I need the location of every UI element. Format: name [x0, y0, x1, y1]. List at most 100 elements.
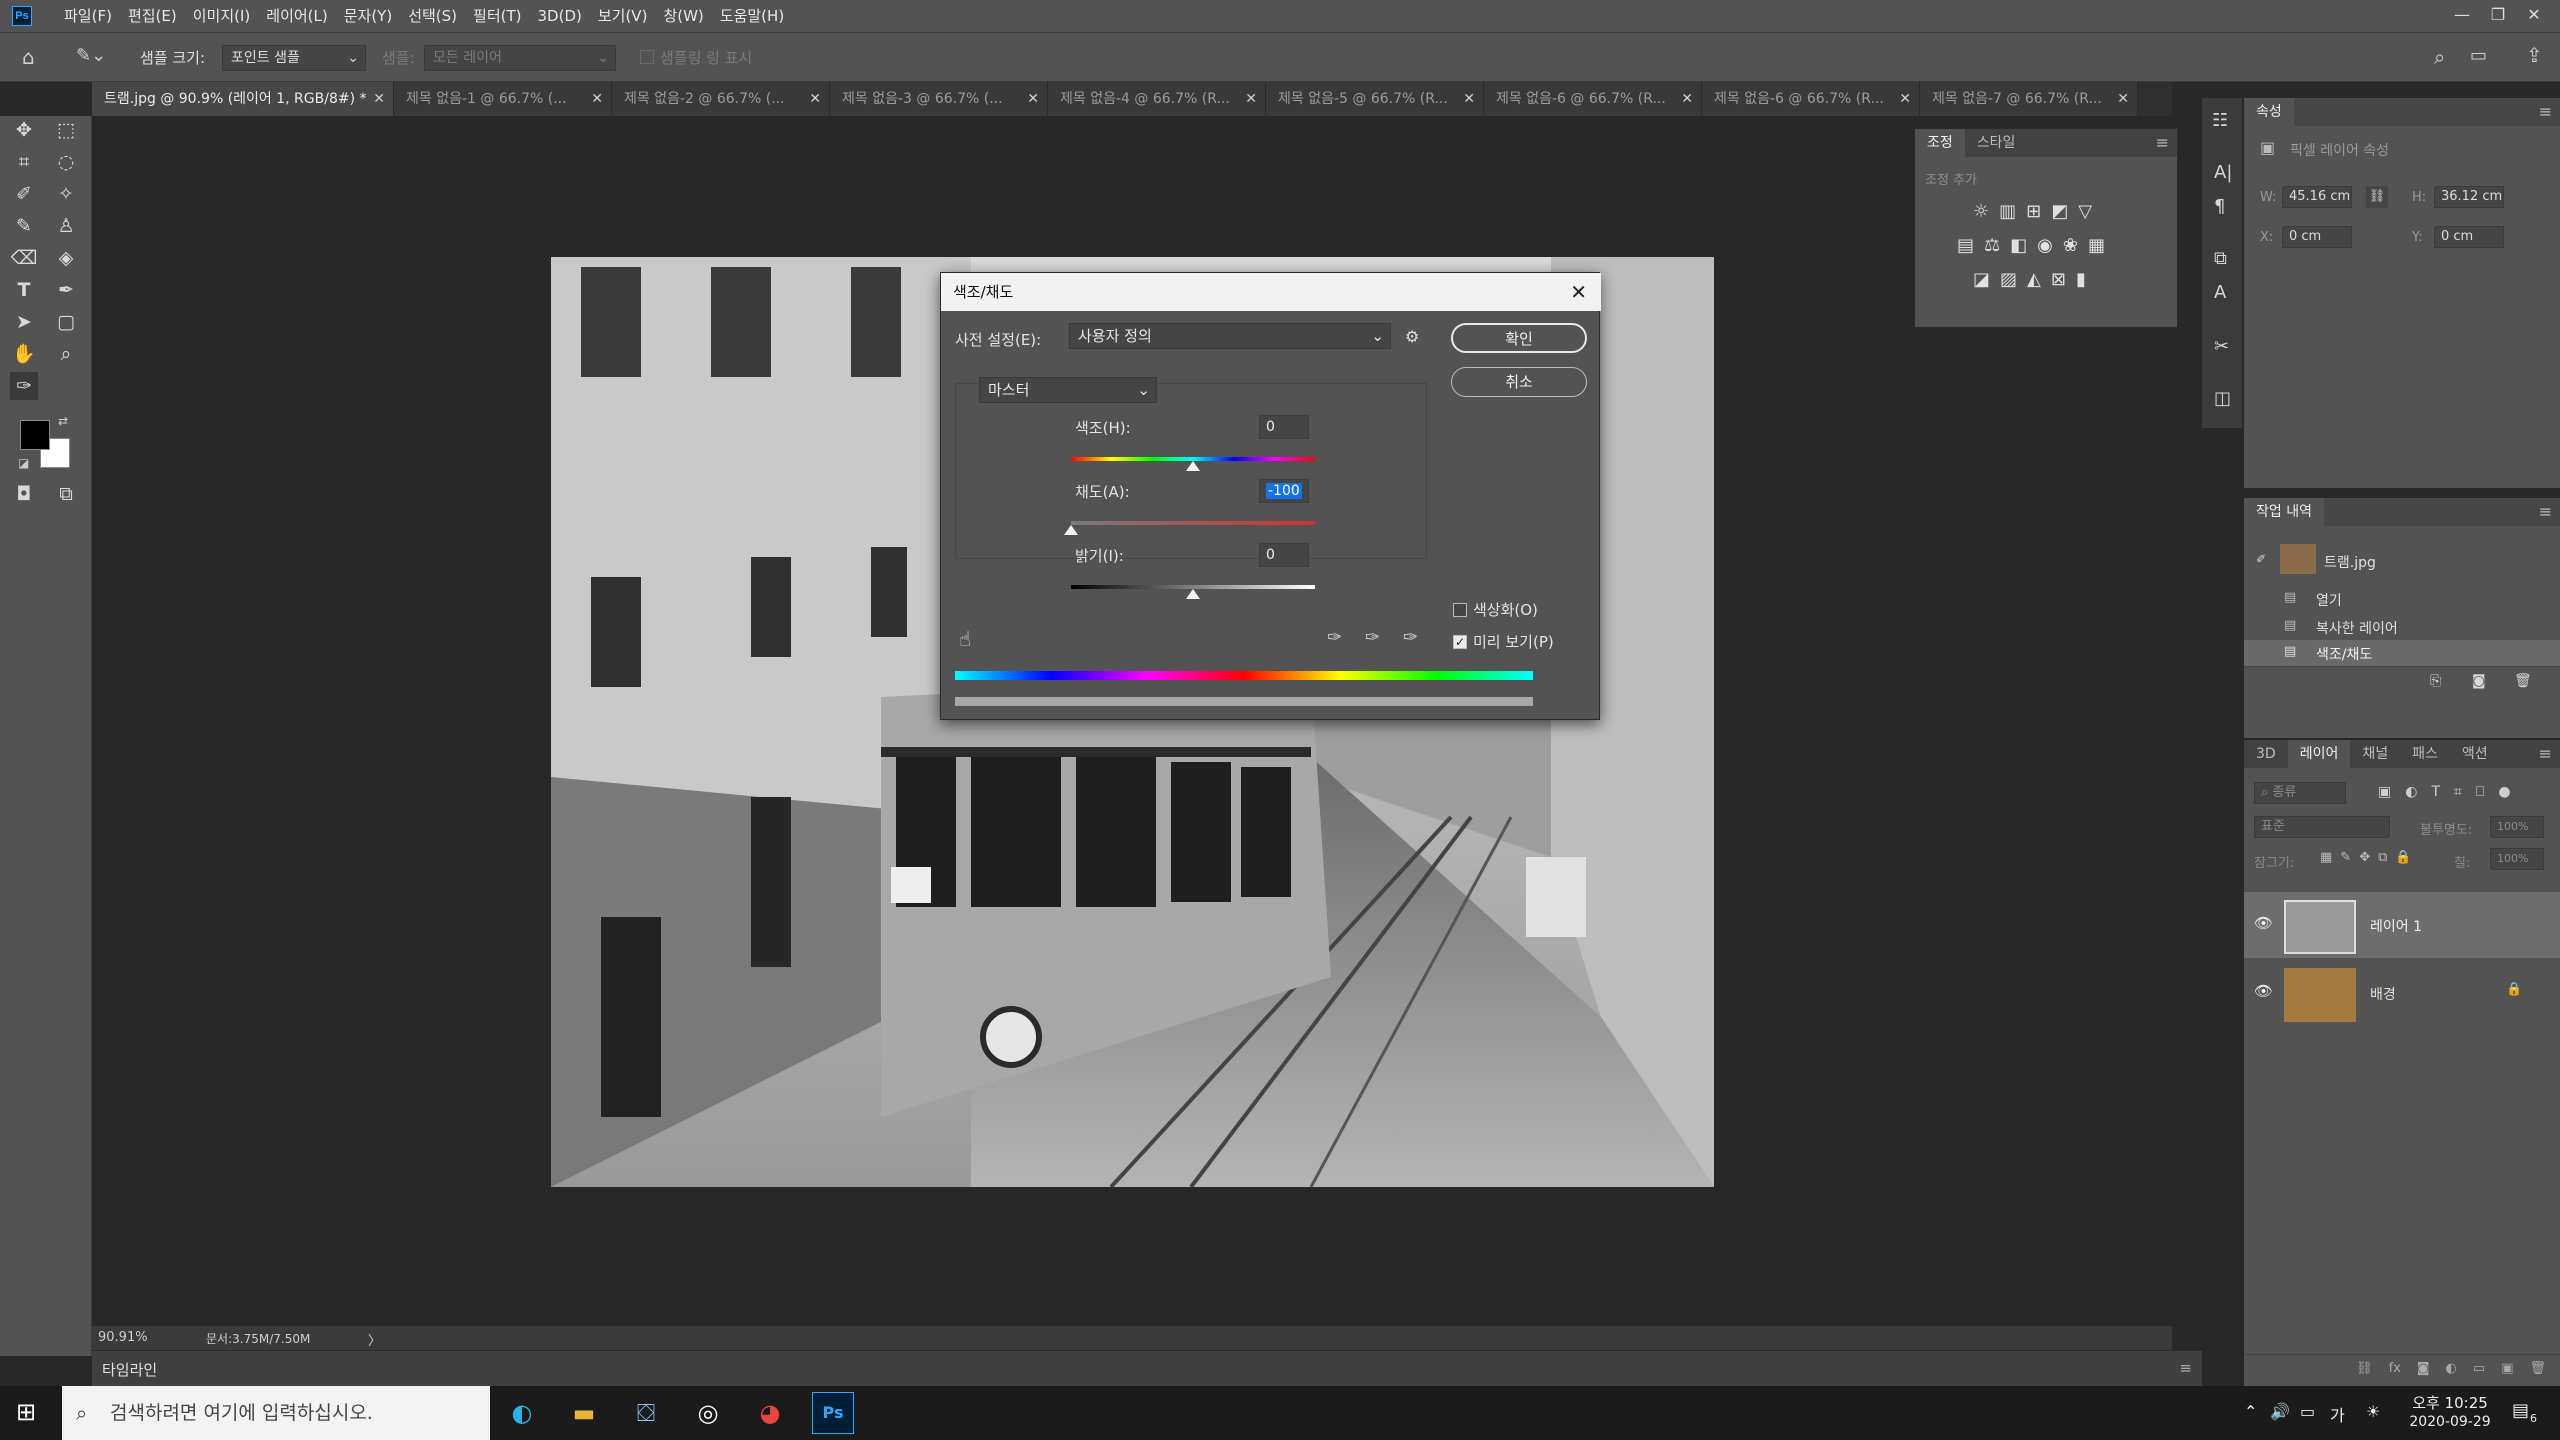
- hue-field[interactable]: 0: [1259, 415, 1309, 439]
- menu-layer[interactable]: 레이어(L): [258, 0, 335, 32]
- selective-color-icon[interactable]: ⊠: [2051, 269, 2066, 290]
- type-tool-icon[interactable]: T: [10, 276, 38, 304]
- tab-3d[interactable]: 3D: [2244, 740, 2288, 768]
- zoom-level[interactable]: 90.91%: [98, 1330, 148, 1345]
- add-mask-icon[interactable]: ◙: [2417, 1355, 2430, 1384]
- color-balance-icon[interactable]: ⚖: [1984, 235, 2000, 256]
- clock-date[interactable]: 2020-09-29: [2404, 1414, 2496, 1430]
- width-field[interactable]: 45.16 cm: [2282, 186, 2352, 208]
- posterize-icon[interactable]: ▨: [2000, 269, 2017, 290]
- threshold-icon[interactable]: ◭: [2027, 269, 2041, 290]
- camera-icon[interactable]: ◙: [2472, 673, 2486, 689]
- close-icon[interactable]: ✕: [1681, 82, 1693, 116]
- eyedropper-tool-icon[interactable]: ✑: [10, 372, 38, 400]
- timeline-tab[interactable]: 타임라인: [102, 1359, 157, 1380]
- minimize-button[interactable]: —: [2444, 0, 2480, 32]
- channel-mixer-icon[interactable]: ❀: [2063, 235, 2078, 256]
- file-explorer-icon[interactable]: ▬: [564, 1393, 604, 1433]
- height-field[interactable]: 36.12 cm: [2434, 186, 2504, 208]
- levels-icon[interactable]: ▥: [1999, 201, 2016, 222]
- move-tool-icon[interactable]: ✥: [10, 116, 38, 144]
- close-window-button[interactable]: ✕: [2516, 0, 2552, 32]
- tab-paths[interactable]: 패스: [2400, 740, 2450, 768]
- saturation-slider-track[interactable]: [1071, 521, 1315, 525]
- eyedropper-minus-icon[interactable]: ✑: [1403, 627, 1418, 648]
- layer-row-background[interactable]: 👁 배경 🔒: [2244, 960, 2560, 1026]
- filter-shape-icon[interactable]: ⌗: [2454, 784, 2462, 800]
- lock-position-icon[interactable]: ✥: [2359, 850, 2370, 865]
- stamp-tool-icon[interactable]: ♙: [52, 212, 80, 240]
- photo-filter-icon[interactable]: ◉: [2037, 235, 2053, 256]
- tab-styles[interactable]: 스타일: [1965, 129, 2028, 157]
- workspace-icon[interactable]: ▭: [2470, 45, 2487, 66]
- menu-file[interactable]: 파일(F): [56, 0, 120, 32]
- preview-checkbox[interactable]: ✓: [1453, 635, 1467, 649]
- menu-edit[interactable]: 편집(E): [120, 0, 185, 32]
- tab-document-tram[interactable]: 트램.jpg @ 90.9% (레이어 1, RGB/8#) * ✕: [92, 82, 394, 116]
- filter-kind-select[interactable]: ⌕ 종류: [2254, 782, 2346, 804]
- lock-all-icon[interactable]: 🔒: [2395, 850, 2411, 865]
- preset-select[interactable]: 사용자 정의 ⌄: [1069, 323, 1391, 349]
- quick-select-tool-icon[interactable]: ✐: [10, 180, 38, 208]
- edge-icon[interactable]: ◐: [502, 1393, 542, 1433]
- color-lookup-icon[interactable]: ▦: [2088, 235, 2105, 256]
- panel-menu-icon[interactable]: ≡: [2156, 129, 2177, 157]
- tools-icon[interactable]: ✂: [2214, 336, 2229, 357]
- cancel-button[interactable]: 취소: [1451, 367, 1587, 397]
- filter-smart-icon[interactable]: ⎕: [2476, 784, 2484, 800]
- tab-document-untitled-5[interactable]: 제목 없음-5 @ 66.7% (R... ✕: [1266, 82, 1484, 116]
- menu-type[interactable]: 문자(Y): [336, 0, 400, 32]
- colorize-checkbox[interactable]: [1453, 603, 1467, 617]
- link-layers-icon[interactable]: ⛓: [2356, 1355, 2373, 1384]
- black-white-icon[interactable]: ◧: [2010, 235, 2027, 256]
- shape-tool-icon[interactable]: ▢: [52, 308, 80, 336]
- exposure-icon[interactable]: ◩: [2051, 201, 2068, 222]
- menu-view[interactable]: 보기(V): [590, 0, 656, 32]
- search-icon[interactable]: ⌕: [2434, 45, 2445, 69]
- history-snapshot[interactable]: ✐ 트램.jpg: [2244, 542, 2560, 580]
- gear-icon[interactable]: ⚙: [1405, 327, 1419, 346]
- libraries-icon[interactable]: ◫: [2214, 388, 2231, 409]
- tab-history[interactable]: 작업 내역: [2244, 498, 2324, 526]
- default-colors-icon[interactable]: ◪: [18, 456, 29, 470]
- eraser-tool-icon[interactable]: ⌫: [10, 244, 38, 272]
- status-menu-arrow-icon[interactable]: 〉: [368, 1330, 381, 1349]
- crop-tool-icon[interactable]: ⌗: [10, 148, 38, 176]
- history-brush-icon[interactable]: ✐: [2256, 552, 2266, 566]
- ok-button[interactable]: 확인: [1451, 323, 1587, 353]
- delete-layer-icon[interactable]: 🗑: [2529, 1355, 2546, 1384]
- sampling-ring-checkbox[interactable]: [640, 50, 654, 64]
- lock-pixels-icon[interactable]: ✎: [2340, 850, 2351, 865]
- x-field[interactable]: 0 cm: [2282, 226, 2352, 248]
- close-icon[interactable]: ✕: [1463, 82, 1475, 116]
- tray-chevron-icon[interactable]: ⌃: [2244, 1402, 2257, 1421]
- menu-select[interactable]: 선택(S): [400, 0, 465, 32]
- volume-icon[interactable]: 🔊: [2270, 1402, 2290, 1421]
- character-style-icon[interactable]: A: [2214, 282, 2226, 303]
- layer-row-layer-1[interactable]: 👁 레이어 1: [2244, 892, 2560, 958]
- filter-toggle-icon[interactable]: ●: [2498, 784, 2510, 800]
- close-icon[interactable]: ✕: [1245, 82, 1257, 116]
- new-group-icon[interactable]: ▭: [2473, 1355, 2485, 1384]
- lock-transparent-icon[interactable]: ▦: [2320, 850, 2332, 865]
- opacity-field[interactable]: 100%: [2490, 816, 2544, 838]
- y-field[interactable]: 0 cm: [2434, 226, 2504, 248]
- eye-icon[interactable]: 👁: [2254, 914, 2273, 932]
- close-icon[interactable]: ✕: [373, 82, 385, 116]
- saturation-field[interactable]: -100: [1259, 479, 1309, 503]
- vibrance-icon[interactable]: ▽: [2078, 201, 2092, 222]
- sample-select[interactable]: 모든 레이어 ⌄: [424, 45, 616, 71]
- link-icon[interactable]: ⛓: [2366, 186, 2388, 208]
- menu-3d[interactable]: 3D(D): [530, 0, 590, 32]
- tab-document-untitled-3[interactable]: 제목 없음-3 @ 66.7% (... ✕: [830, 82, 1048, 116]
- panel-menu-icon[interactable]: ≡: [2539, 498, 2560, 526]
- menu-filter[interactable]: 필터(T): [465, 0, 529, 32]
- fill-field[interactable]: 100%: [2490, 848, 2544, 870]
- magic-wand-tool-icon[interactable]: ✧: [52, 180, 80, 208]
- menu-image[interactable]: 이미지(I): [185, 0, 259, 32]
- close-icon[interactable]: ✕: [1027, 82, 1039, 116]
- tab-adjustments[interactable]: 조정: [1915, 129, 1965, 157]
- paragraph-icon[interactable]: ¶: [2214, 196, 2225, 217]
- new-adjustment-icon[interactable]: ◐: [2446, 1355, 2457, 1384]
- store-icon[interactable]: ⛋: [626, 1393, 666, 1433]
